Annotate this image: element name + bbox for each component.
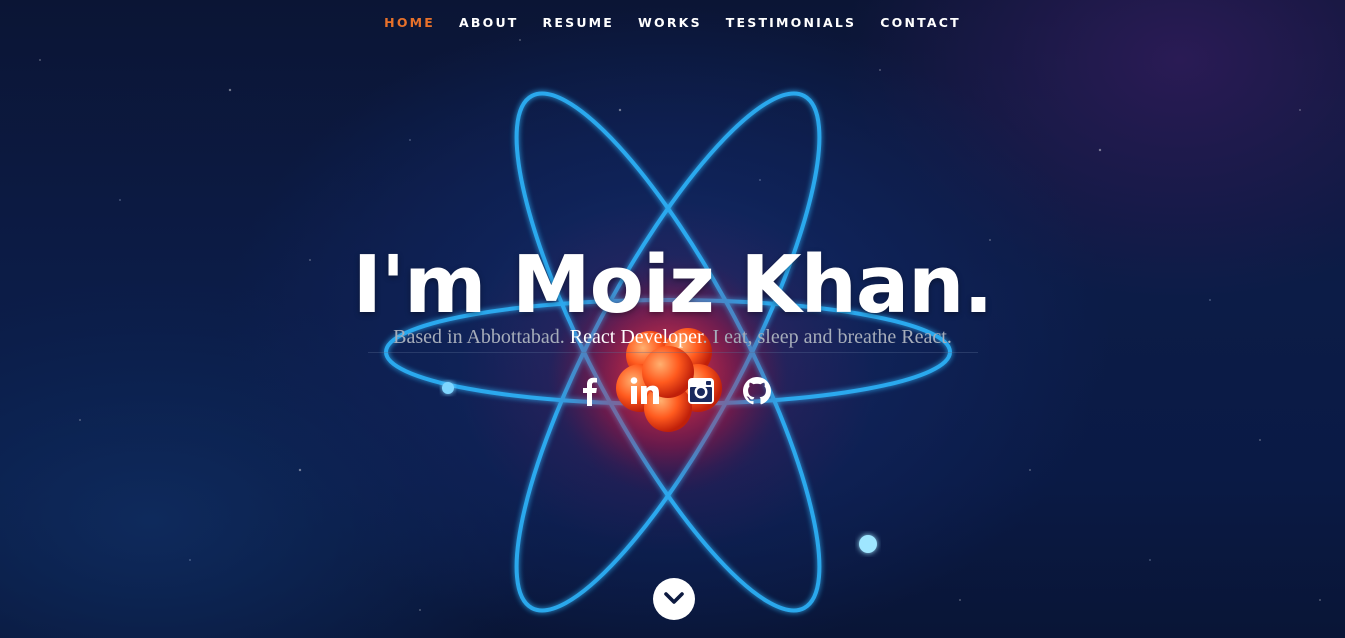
nav-item-about[interactable]: ABOUT bbox=[447, 15, 531, 30]
nav-item-resume[interactable]: RESUME bbox=[531, 15, 627, 30]
tagline-role: React Developer bbox=[569, 326, 703, 348]
linkedin-link[interactable] bbox=[628, 372, 662, 410]
scroll-down-button[interactable] bbox=[653, 578, 695, 620]
nav-item-contact[interactable]: CONTACT bbox=[868, 15, 973, 30]
instagram-link[interactable] bbox=[684, 372, 718, 410]
linkedin-icon bbox=[630, 377, 659, 404]
hero-headline: I'm Moiz Khan. bbox=[352, 238, 994, 331]
hero-tagline: Based in Abbottabad. React Developer. I … bbox=[0, 324, 1345, 350]
social-links bbox=[0, 372, 1345, 410]
tagline-location: Based in Abbottabad. bbox=[393, 326, 565, 348]
instagram-icon bbox=[687, 378, 714, 404]
nav-item-home[interactable]: HOME bbox=[372, 15, 447, 30]
nav-item-testimonials[interactable]: TESTIMONIALS bbox=[714, 15, 868, 30]
github-link[interactable] bbox=[740, 372, 774, 410]
hero-section: HOME ABOUT RESUME WORKS TESTIMONIALS CON… bbox=[0, 0, 1345, 638]
github-icon bbox=[742, 377, 771, 405]
facebook-link[interactable] bbox=[572, 372, 606, 410]
nav-item-works[interactable]: WORKS bbox=[626, 15, 714, 30]
main-navigation: HOME ABOUT RESUME WORKS TESTIMONIALS CON… bbox=[0, 0, 1345, 44]
hero-divider bbox=[368, 352, 978, 353]
chevron-down-icon bbox=[664, 592, 684, 604]
facebook-icon bbox=[582, 377, 597, 406]
tagline-suffix: . I eat, sleep and breathe React. bbox=[702, 326, 952, 348]
